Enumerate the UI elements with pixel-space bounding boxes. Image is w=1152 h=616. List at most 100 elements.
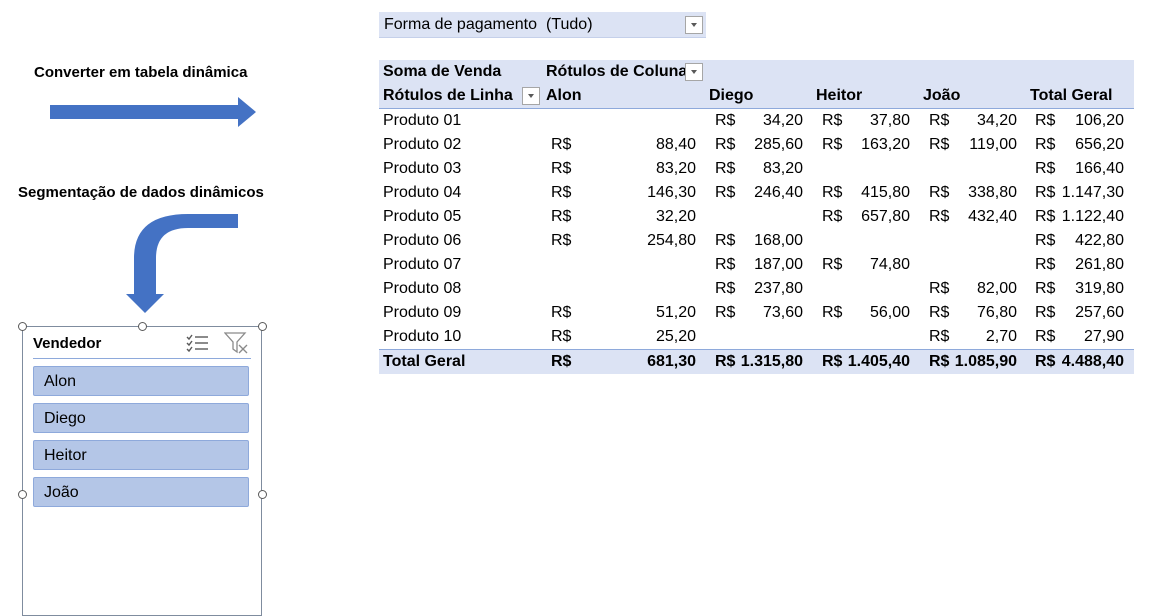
slicer-item-label: João — [44, 484, 79, 501]
table-row: Produto 06 R$ 254,80 R$ 168,00 R$ 422,80 — [379, 229, 1134, 253]
table-row: Produto 04 R$ 146,30 R$ 246,40 R$ 415,80 R$ 338,… — [379, 181, 1134, 205]
table-row: Produto 07 R$ 187,00 R$ 74,80 R$ 261,80 — [379, 253, 1134, 277]
grand-total-row: Total Geral R$ 681,30 R$ 1.315,80 R$ 1.405,40 R… — [379, 349, 1134, 374]
value-cell: 106,20 — [1075, 112, 1124, 129]
currency-symbol: R$ — [1035, 112, 1056, 129]
value-cell: 657,80 — [861, 208, 910, 225]
column-header-total: Total Geral — [1030, 87, 1113, 104]
row-label: Total Geral — [383, 353, 466, 370]
row-label: Produto 07 — [383, 256, 462, 273]
value-cell: 166,40 — [1075, 160, 1124, 177]
filter-dropdown-icon[interactable] — [685, 16, 703, 34]
value-cell: 1.085,90 — [954, 353, 1017, 370]
value-cell: 237,80 — [754, 280, 803, 297]
value-cell: 82,00 — [976, 280, 1017, 297]
filter-value: (Tudo) — [546, 16, 593, 33]
slicer-item-heitor[interactable]: Heitor — [33, 440, 249, 470]
currency-symbol: R$ — [715, 184, 736, 201]
value-cell: 51,20 — [655, 304, 696, 321]
table-row: Produto 03 R$ 83,20 R$ 83,20 R$ 166,40 — [379, 157, 1134, 181]
currency-symbol: R$ — [1035, 232, 1056, 249]
slicer-separator — [33, 358, 251, 359]
row-filter-dropdown-icon[interactable] — [522, 87, 540, 105]
currency-symbol: R$ — [929, 328, 950, 345]
row-label: Produto 03 — [383, 160, 462, 177]
currency-symbol: R$ — [715, 304, 736, 321]
value-cell: 254,80 — [647, 232, 696, 249]
row-label: Produto 08 — [383, 280, 462, 297]
pivot-header-row: Soma de Venda Rótulos de Coluna — [379, 60, 1134, 84]
currency-symbol: R$ — [822, 256, 843, 273]
value-cell: 261,80 — [1075, 256, 1124, 273]
value-cell: 415,80 — [861, 184, 910, 201]
row-label: Produto 02 — [383, 136, 462, 153]
value-cell: 119,00 — [969, 136, 1017, 153]
currency-symbol: R$ — [715, 232, 736, 249]
row-label: Produto 01 — [383, 112, 462, 129]
value-cell: 2,70 — [985, 328, 1017, 345]
currency-symbol: R$ — [715, 280, 736, 297]
value-cell: 146,30 — [647, 184, 696, 201]
currency-symbol: R$ — [822, 353, 843, 370]
currency-symbol: R$ — [551, 136, 572, 153]
slicer-item-diego[interactable]: Diego — [33, 403, 249, 433]
resize-handle[interactable] — [138, 322, 147, 331]
currency-symbol: R$ — [551, 304, 572, 321]
slicer-vendedor[interactable]: Vendedor Alon Diego Heitor João — [22, 326, 262, 616]
value-cell: 74,80 — [869, 256, 910, 273]
pivot-columns-row: Rótulos de Linha Alon Diego Heitor João … — [379, 84, 1134, 109]
pivot-table: Soma de Venda Rótulos de Coluna Rótulos … — [379, 60, 1134, 374]
slicer-item-alon[interactable]: Alon — [33, 366, 249, 396]
filter-name: Forma de pagamento — [384, 16, 537, 33]
currency-symbol: R$ — [1035, 208, 1056, 225]
currency-symbol: R$ — [822, 208, 843, 225]
column-labels-header: Rótulos de Coluna — [546, 63, 688, 80]
value-cell: 32,20 — [655, 208, 696, 225]
multi-select-icon[interactable] — [186, 333, 210, 353]
currency-symbol: R$ — [1035, 160, 1056, 177]
value-cell: 73,60 — [762, 304, 803, 321]
currency-symbol: R$ — [929, 304, 950, 321]
curved-arrow-down-icon — [126, 214, 238, 313]
row-label: Produto 06 — [383, 232, 462, 249]
resize-handle[interactable] — [258, 490, 267, 499]
table-row: Produto 01 R$ 34,20 R$ 37,80 R$ 34,20 R$ 106,20 — [379, 109, 1134, 133]
table-row: Produto 02 R$ 88,40 R$ 285,60 R$ 163,20 R$ 119,0… — [379, 133, 1134, 157]
currency-symbol: R$ — [929, 136, 950, 153]
currency-symbol: R$ — [929, 184, 950, 201]
currency-symbol: R$ — [551, 208, 572, 225]
currency-symbol: R$ — [929, 280, 950, 297]
slicer-label: Segmentação de dados dinâmicos — [18, 184, 264, 201]
currency-symbol: R$ — [822, 184, 843, 201]
arrow-right-icon — [50, 97, 256, 127]
clear-filter-icon[interactable] — [224, 332, 250, 354]
value-cell: 76,80 — [976, 304, 1017, 321]
value-cell: 1.122,40 — [1061, 208, 1124, 225]
table-row: Produto 05 R$ 32,20 R$ 657,80 R$ 432,40 R$ 1.122… — [379, 205, 1134, 229]
currency-symbol: R$ — [929, 208, 950, 225]
value-cell: 27,90 — [1083, 328, 1124, 345]
currency-symbol: R$ — [715, 136, 736, 153]
table-row: Produto 09 R$ 51,20 R$ 73,60 R$ 56,00 R$ 76,80 R$… — [379, 301, 1134, 325]
currency-symbol: R$ — [822, 304, 843, 321]
currency-symbol: R$ — [929, 112, 950, 129]
value-cell: 1.147,30 — [1061, 184, 1124, 201]
value-cell: 37,80 — [869, 112, 910, 129]
slicer-item-label: Heitor — [44, 447, 87, 464]
slicer-item-label: Diego — [44, 410, 86, 427]
currency-symbol: R$ — [551, 184, 572, 201]
value-cell: 34,20 — [762, 112, 803, 129]
value-cell: 187,00 — [754, 256, 803, 273]
value-cell: 681,30 — [647, 353, 696, 370]
row-labels-header: Rótulos de Linha — [383, 87, 513, 104]
resize-handle[interactable] — [18, 322, 27, 331]
column-filter-dropdown-icon[interactable] — [685, 63, 703, 81]
value-cell: 319,80 — [1075, 280, 1124, 297]
value-cell: 83,20 — [655, 160, 696, 177]
value-cell: 88,40 — [655, 136, 696, 153]
resize-handle[interactable] — [258, 322, 267, 331]
value-cell: 25,20 — [655, 328, 696, 345]
resize-handle[interactable] — [18, 490, 27, 499]
report-filter: Forma de pagamento (Tudo) — [379, 12, 706, 38]
slicer-item-joao[interactable]: João — [33, 477, 249, 507]
